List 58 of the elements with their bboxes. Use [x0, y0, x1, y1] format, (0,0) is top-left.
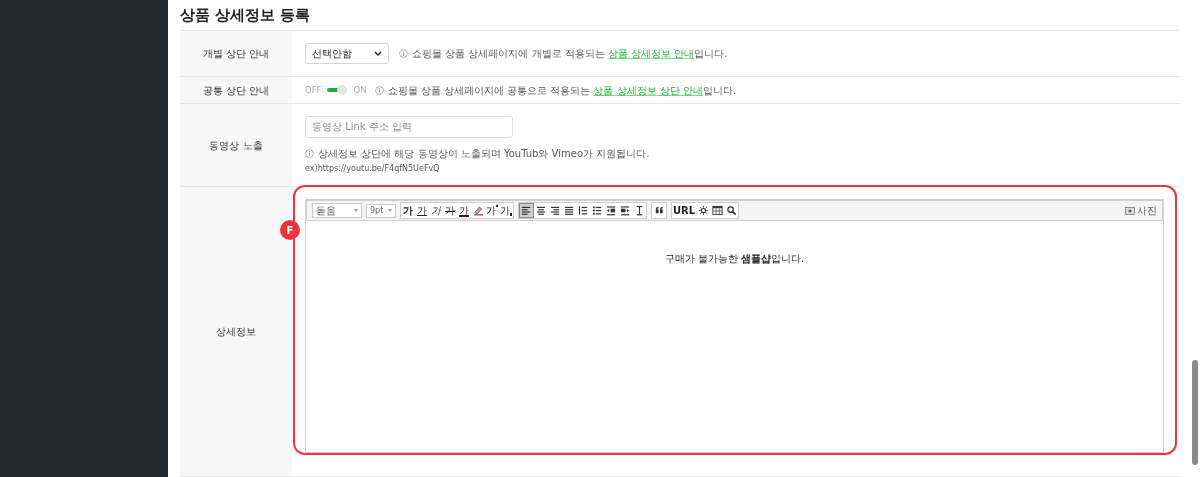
chevron-down-icon — [374, 51, 382, 56]
toolbar-button[interactable] — [534, 203, 548, 218]
italic-button[interactable]: 가 — [429, 203, 443, 218]
annotation-badge: F — [280, 220, 300, 240]
align-right-icon — [549, 205, 561, 216]
photo-button[interactable]: 사진 — [1125, 203, 1157, 218]
size-dropdown[interactable]: 9pt — [366, 203, 396, 218]
font-dropdown[interactable]: 돋움 — [312, 203, 362, 218]
text-color-button[interactable]: 가 — [457, 203, 471, 218]
video-link-input[interactable]: 동영상 Link 주소 입력 — [305, 115, 513, 138]
field-label: 공통 상단 안내 — [202, 83, 270, 98]
field-label: 동영상 노출 — [209, 138, 263, 153]
caret-icon — [388, 209, 392, 212]
info-icon — [305, 148, 314, 158]
toolbar-button[interactable] — [519, 203, 534, 218]
toolbar-button[interactable] — [710, 203, 725, 218]
justify-icon — [563, 205, 575, 216]
outdent-icon — [605, 205, 617, 216]
field-label: 상세정보 — [216, 325, 256, 339]
off-label: OFF — [305, 83, 322, 97]
caret-icon — [354, 209, 358, 212]
toolbar-button[interactable] — [696, 203, 711, 218]
toolbar-button[interactable] — [590, 203, 604, 218]
numbered-list-icon — [577, 205, 589, 216]
align-center-icon — [535, 205, 547, 216]
table-icon — [711, 205, 723, 216]
dropdown[interactable]: 선택안함 — [305, 43, 389, 64]
help-text: 쇼핑몰 상품 상세페이지에 공통으로 적용되는 상품 상세정보 상단 안내입니다. — [387, 83, 737, 98]
help-text: 상세정보 상단에 해당 동영상이 노출되며 YouTub와 Vimeo가 지원됩니다. — [318, 146, 650, 161]
toolbar-button[interactable] — [562, 203, 576, 218]
indent-icon — [619, 205, 631, 216]
image-icon — [1125, 206, 1135, 215]
underline-button[interactable]: 가 — [415, 203, 429, 218]
info-icon — [374, 85, 384, 95]
toolbar-button[interactable] — [618, 203, 632, 218]
bullet-list-icon — [591, 205, 603, 216]
example-text: ex)https://youtu.be/F4qfN5UeFvQ — [305, 162, 441, 175]
toggle-switch[interactable] — [327, 85, 348, 95]
section-title: 상품 상세정보 등록 — [180, 4, 311, 26]
strikethrough-button[interactable]: 가 — [443, 203, 457, 218]
bold-button[interactable]: 가 — [401, 203, 415, 218]
help-text: 쇼핑몰 상품 상세페이지에 개별로 적용되는 상품 상세정보 안내입니다. — [412, 47, 728, 61]
sun-icon — [697, 205, 709, 216]
toolbar-button[interactable] — [651, 202, 667, 219]
highlighter-icon — [472, 205, 484, 216]
quote-icon — [653, 205, 665, 216]
info-icon — [399, 49, 408, 58]
toolbar-button[interactable] — [604, 203, 618, 218]
toolbar-button[interactable] — [724, 203, 739, 218]
align-left-icon — [521, 205, 532, 216]
field-label: 개별 상단 안내 — [202, 47, 270, 61]
toolbar-button[interactable] — [548, 203, 562, 218]
search-icon — [725, 205, 737, 216]
on-label: ON — [353, 83, 367, 97]
superscript-button[interactable]: 가 — [485, 203, 499, 218]
subscript-button[interactable]: 가 — [499, 203, 513, 218]
toolbar-button[interactable] — [576, 203, 590, 218]
editor-content-text: 구매가 불가능한 샘플샵입니다. — [664, 252, 805, 266]
